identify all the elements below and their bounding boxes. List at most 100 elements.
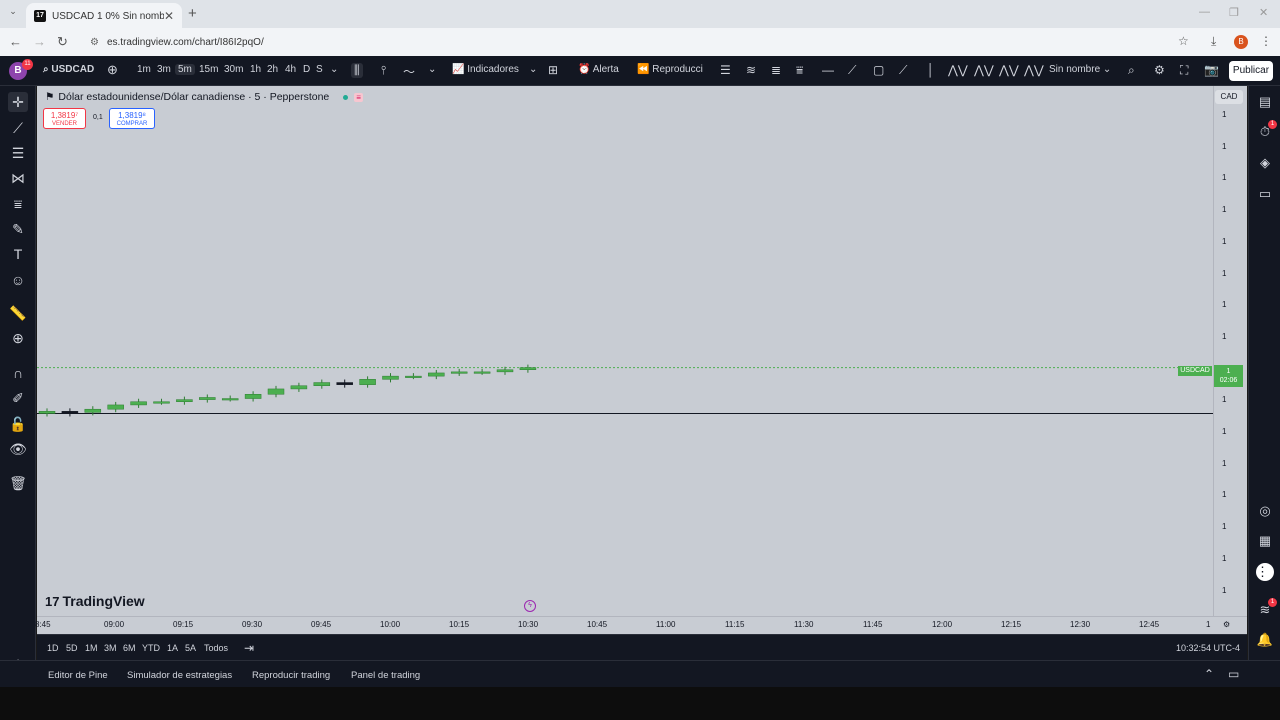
zoom-in-icon[interactable]: ⊕ (8, 328, 28, 348)
range-all[interactable]: Todos (204, 643, 228, 653)
fib-tool-icon[interactable]: ☰ (8, 143, 28, 163)
tab-pine-editor[interactable]: Editor de Pine (48, 670, 108, 681)
tab-search-icon[interactable]: ⌄ (6, 6, 20, 20)
price-axis[interactable]: 1 1 1 1 1 1 1 1 1 1 1 1 1 1 1 1 (1213, 86, 1247, 634)
interval-d[interactable]: D (303, 64, 310, 75)
time-axis[interactable]: ⚙ 8:45 09:00 09:15 09:30 09:45 10:00 10:15 10:3… (35, 616, 1247, 634)
browser-menu-icon[interactable]: ⋮ (1260, 34, 1272, 48)
interval-15m[interactable]: 15m (199, 64, 218, 75)
settings-gear-icon[interactable]: ⚙ (1154, 63, 1165, 77)
interval-30m[interactable]: 30m (224, 64, 243, 75)
apps-grid-icon[interactable]: ⋮⋮ (1256, 563, 1280, 581)
interval-2h[interactable]: 2h (267, 64, 278, 75)
range-6m[interactable]: 6M (123, 643, 136, 653)
reload-icon[interactable]: ↻ (57, 34, 68, 50)
range-5a[interactable]: 5A (185, 643, 196, 653)
drawing-tool-3-icon[interactable]: ≣ (771, 63, 781, 77)
indicators-button[interactable]: 📈 Indicadores (452, 64, 519, 75)
interval-s[interactable]: S (316, 64, 323, 75)
range-1a[interactable]: 1A (167, 643, 178, 653)
pattern-4-icon[interactable]: ⋀⋁ (1024, 63, 1044, 77)
pattern-tool-icon[interactable]: ⋈ (8, 168, 28, 188)
exchange-clock[interactable]: 10:32:54 UTC-4 (1176, 643, 1240, 653)
tab-trading-replay[interactable]: Reproducir trading (252, 670, 330, 681)
currency-button[interactable]: CAD (1215, 90, 1243, 104)
ruler-icon[interactable]: 📏 (8, 303, 28, 323)
interval-1m[interactable]: 1m (137, 64, 151, 75)
publish-button[interactable]: Publicar (1229, 61, 1273, 81)
rectangle-icon[interactable]: ▢ (873, 63, 884, 77)
trend-line-tool-icon[interactable]: ⟋ (8, 118, 28, 138)
range-1d[interactable]: 1D (47, 643, 59, 653)
eye-icon[interactable]: 👁 (8, 439, 28, 459)
browser-profile-avatar[interactable]: B (1234, 35, 1248, 49)
browser-tab[interactable]: 17 USDCAD 1 0% Sin nombre ✕ (26, 3, 182, 29)
tab-strategy-tester[interactable]: Simulador de estrategias (127, 670, 232, 681)
pattern-2-icon[interactable]: ⋀⋁ (974, 63, 994, 77)
crosshair-icon[interactable]: ✛ (8, 92, 28, 112)
close-window-icon[interactable]: ✕ (1259, 6, 1268, 19)
notifications-bell-icon[interactable]: 🔔 (1256, 631, 1274, 649)
tab-trading-panel[interactable]: Panel de trading (351, 670, 420, 681)
interval-1h[interactable]: 1h (250, 64, 261, 75)
interval-4h[interactable]: 4h (285, 64, 296, 75)
text-tool-icon[interactable]: T (8, 244, 28, 264)
interval-5m[interactable]: 5m (175, 64, 195, 75)
trash-icon[interactable]: 🗑 (8, 473, 28, 493)
emoji-tool-icon[interactable]: ☺ (8, 270, 28, 290)
ray-icon[interactable]: ⟋ (899, 63, 907, 78)
candles-chart-type-icon[interactable]: ⫼ (351, 63, 363, 78)
line-chart-type-icon[interactable]: 〜 (403, 63, 415, 80)
range-1m[interactable]: 1M (85, 643, 98, 653)
go-to-date-icon[interactable]: ⇥ (244, 641, 254, 655)
layers-icon[interactable]: ◈ (1256, 154, 1274, 172)
quick-search-icon[interactable]: ⌕ (1128, 63, 1135, 78)
target-icon[interactable]: ◎ (1256, 502, 1274, 520)
pattern-3-icon[interactable]: ⋀⋁ (999, 63, 1019, 77)
bookmark-star-icon[interactable]: ☆ (1178, 34, 1189, 48)
trend-line-icon[interactable]: ⟋ (848, 63, 856, 78)
economic-event-icon[interactable]: ϟ (524, 600, 536, 612)
horizontal-line-icon[interactable]: — (822, 63, 834, 77)
chart-pane[interactable]: ⚑ Dólar estadounidense/Dólar canadiense … (37, 86, 1247, 634)
bars-chart-type-icon[interactable]: ⫯ (381, 63, 386, 78)
new-tab-icon[interactable]: + (188, 5, 197, 22)
interval-3m[interactable]: 3m (157, 64, 171, 75)
chat-icon[interactable]: ▭ (1256, 185, 1274, 203)
site-info-icon[interactable]: ⚙ (90, 37, 99, 48)
drawing-tool-2-icon[interactable]: ≋ (746, 63, 756, 77)
forward-icon[interactable]: → (33, 34, 46, 49)
lock-drawing-pen-icon[interactable]: ✐ (8, 388, 28, 408)
forecast-tool-icon[interactable]: ⩸ (8, 194, 28, 214)
collapse-panel-icon[interactable]: ⌃ (1204, 667, 1214, 681)
range-3m[interactable]: 3M (104, 643, 117, 653)
calendar-icon[interactable]: ▦ (1256, 532, 1274, 550)
replay-button[interactable]: ⏪ Reproducci (637, 64, 703, 75)
range-5d[interactable]: 5D (66, 643, 78, 653)
indicators-dropdown-icon[interactable]: ⌄ (529, 64, 537, 75)
drawing-tool-4-icon[interactable]: ⩸ (796, 63, 803, 78)
pattern-1-icon[interactable]: ⋀⋁ (948, 63, 968, 77)
snapshot-camera-icon[interactable]: 📷 (1204, 63, 1219, 77)
address-input[interactable]: ⚙ es.tradingview.com/chart/I86I2pqO/ (80, 31, 1200, 53)
interval-dropdown-icon[interactable]: ⌄ (330, 64, 338, 75)
magnet-icon[interactable]: ∩ (8, 363, 28, 383)
fullscreen-icon[interactable]: ⛶ (1180, 63, 1188, 78)
range-ytd[interactable]: YTD (142, 643, 160, 653)
compare-symbol-icon[interactable]: ⊕ (107, 62, 118, 78)
axis-settings-icon[interactable]: ⚙ (1223, 620, 1230, 629)
close-tab-icon[interactable]: ✕ (164, 9, 174, 23)
vertical-line-icon[interactable]: │ (927, 63, 935, 77)
chart-type-dropdown-icon[interactable]: ⌄ (428, 64, 436, 75)
layout-name-button[interactable]: Sin nombre ⌄ (1049, 64, 1111, 75)
watchlist-icon[interactable]: ▤ (1256, 93, 1274, 111)
symbol-search-button[interactable]: ⌕ USDCAD (43, 64, 94, 75)
alert-button[interactable]: ⏰ Alerta (578, 64, 619, 75)
brush-tool-icon[interactable]: ✎ (8, 219, 28, 239)
minimize-icon[interactable]: — (1199, 6, 1210, 18)
layout-grid-icon[interactable]: ⊞ (548, 63, 558, 77)
back-icon[interactable]: ← (9, 34, 22, 49)
drawing-tool-1-icon[interactable]: ☰ (720, 63, 731, 77)
maximize-panel-icon[interactable]: ▭ (1228, 667, 1239, 681)
restore-icon[interactable]: ❐ (1229, 6, 1239, 19)
